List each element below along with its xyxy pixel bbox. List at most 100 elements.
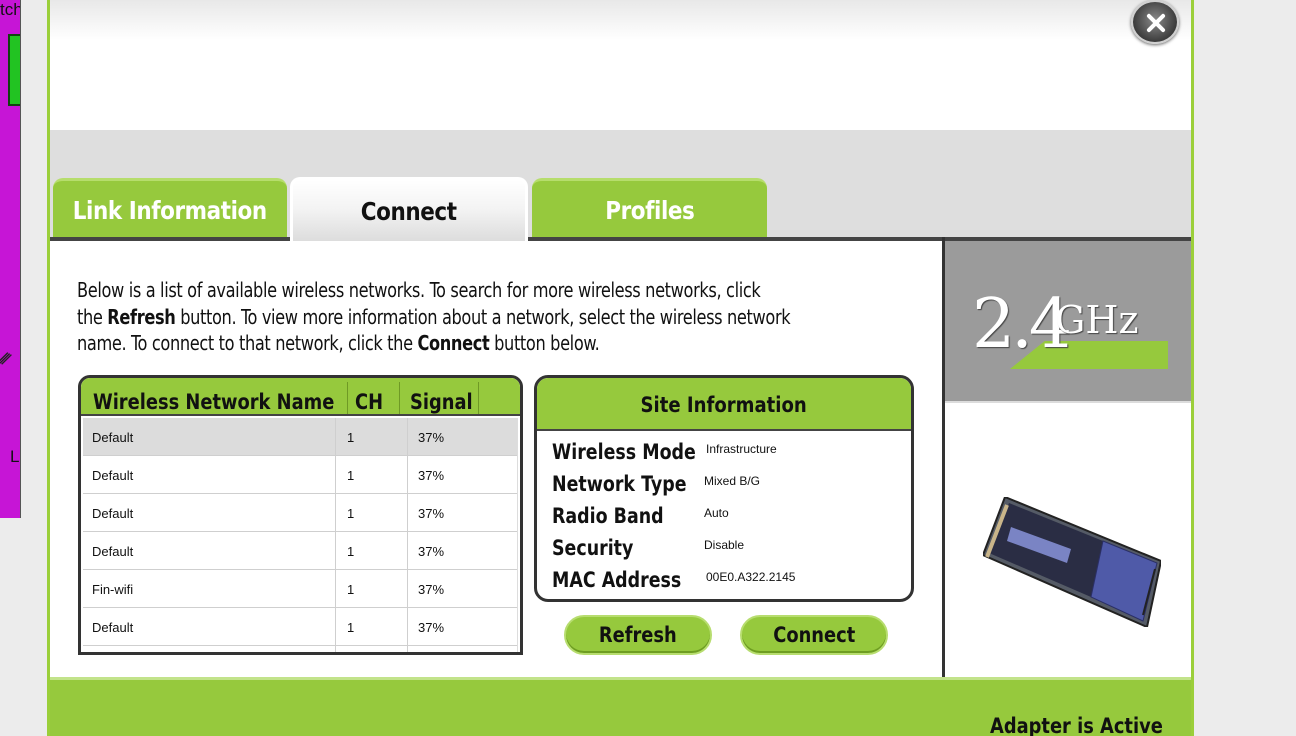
signal-cell: 37% xyxy=(418,468,445,483)
background-window-title: tch xyxy=(0,0,21,19)
background-window-green-element xyxy=(8,34,20,106)
column-header-network-name[interactable]: Wireless Network Name xyxy=(93,390,334,414)
field-value: Mixed B/G xyxy=(704,474,761,488)
frequency-badge: 2.4 GHz xyxy=(945,241,1191,403)
table-row[interactable]: Default 1 37% xyxy=(83,608,517,646)
tab-connect[interactable]: Connect xyxy=(290,177,528,242)
close-icon[interactable] xyxy=(1131,0,1179,44)
network-name-cell: Default xyxy=(92,620,134,635)
field-label: Radio Band xyxy=(552,504,664,528)
column-separator xyxy=(399,382,400,414)
cell-divider xyxy=(407,418,408,455)
column-separator xyxy=(478,382,479,414)
instructions-text: Below is a list of available wireless ne… xyxy=(77,277,927,357)
cell-divider xyxy=(407,570,408,607)
channel-cell: 1 xyxy=(347,582,355,597)
tab-label: Connect xyxy=(361,196,457,226)
list-scrollbar[interactable] xyxy=(517,418,520,652)
table-row-partial[interactable] xyxy=(83,646,517,652)
network-name-cell: Default xyxy=(92,544,134,559)
signal-cell: 37% xyxy=(418,620,445,635)
adapter-status-text: Adapter is Active xyxy=(990,714,1163,736)
site-information-title: Site Information xyxy=(640,393,808,417)
cell-divider xyxy=(335,532,336,569)
channel-cell: 1 xyxy=(347,544,355,559)
network-list-header: Wireless Network Name CH Signal xyxy=(81,378,520,416)
site-field-wireless-mode: Wireless Mode Infrastructure xyxy=(552,440,911,470)
field-value: Auto xyxy=(704,506,729,520)
field-value: 00E0.A322.2145 xyxy=(706,570,796,584)
site-information-header: Site Information xyxy=(537,378,911,431)
pc-card-adapter-icon xyxy=(983,497,1161,627)
frequency-unit: GHz xyxy=(1055,298,1139,342)
signal-cell: 37% xyxy=(418,430,445,445)
cell-divider xyxy=(335,608,336,645)
field-value: Infrastructure xyxy=(706,442,777,456)
background-window[interactable]: tch /// L xyxy=(0,0,21,518)
channel-cell: 1 xyxy=(347,468,355,483)
field-value: Disable xyxy=(704,538,745,552)
channel-cell: 1 xyxy=(347,430,355,445)
channel-cell: 1 xyxy=(347,620,355,635)
adapter-image-area xyxy=(945,405,1191,677)
field-label: Wireless Mode xyxy=(552,440,696,464)
cell-divider xyxy=(407,494,408,531)
site-field-radio-band: Radio Band Auto xyxy=(552,504,911,534)
network-name-cell: Fin-wifi xyxy=(92,582,134,597)
cell-divider xyxy=(407,456,408,493)
network-list[interactable]: Wireless Network Name CH Signal Default 1… xyxy=(78,375,523,655)
instructions-text-part: button below. xyxy=(489,331,600,355)
column-header-signal[interactable]: Signal xyxy=(410,390,473,414)
connect-button-label: Connect xyxy=(773,623,855,647)
tab-label: Profiles xyxy=(604,196,695,225)
tab-link-information[interactable]: Link Information xyxy=(53,178,287,240)
cell-divider xyxy=(335,646,336,652)
table-row[interactable]: Default 1 37% xyxy=(83,494,517,532)
field-label: Network Type xyxy=(552,472,687,496)
column-header-channel[interactable]: CH xyxy=(355,390,383,414)
signal-cell: 37% xyxy=(418,582,445,597)
column-separator xyxy=(347,382,348,414)
refresh-button-label: Refresh xyxy=(599,623,677,647)
cell-divider xyxy=(335,570,336,607)
network-name-cell: Default xyxy=(92,506,134,521)
table-row[interactable]: Default 1 37% xyxy=(83,418,517,456)
site-field-network-type: Network Type Mixed B/G xyxy=(552,472,911,502)
field-label: MAC Address xyxy=(552,568,682,592)
screen: tch /// L Link Information Connect Profi… xyxy=(0,0,1296,736)
network-name-cell: Default xyxy=(92,468,134,483)
background-window-hatch: /// xyxy=(0,347,11,369)
frequency-number: 2.4 xyxy=(972,285,1072,364)
site-information-panel: Site Information Wireless Mode Infrastru… xyxy=(534,375,914,602)
instructions-text-part: the xyxy=(77,304,108,329)
instructions-refresh-word: Refresh xyxy=(107,304,176,329)
signal-cell: 37% xyxy=(418,544,445,559)
table-row[interactable]: Fin-wifi 1 37% xyxy=(83,570,517,608)
tab-label: Link Information xyxy=(73,196,267,225)
instructions-text-part: button. To view more information about a… xyxy=(175,304,791,329)
background-window-label: L xyxy=(10,447,20,466)
wireless-utility-window: Link Information Connect Profiles Below … xyxy=(47,0,1194,736)
connect-button[interactable]: Connect xyxy=(740,615,888,655)
cell-divider xyxy=(407,608,408,645)
site-field-security: Security Disable xyxy=(552,536,911,566)
cell-divider xyxy=(335,418,336,455)
network-rows: Default 1 37% Default 1 37% Default 1 37% Defa… xyxy=(83,418,517,652)
refresh-button[interactable]: Refresh xyxy=(564,615,712,655)
signal-cell: 37% xyxy=(418,506,445,521)
header-area xyxy=(50,0,1191,130)
channel-cell: 1 xyxy=(347,506,355,521)
tab-profiles[interactable]: Profiles xyxy=(532,178,767,240)
site-field-mac-address: MAC Address 00E0.A322.2145 xyxy=(552,568,911,598)
table-row[interactable]: Default 1 37% xyxy=(83,532,517,570)
instructions-text-part: name. To connect to that network, click … xyxy=(77,331,418,355)
instructions-line: Below is a list of available wireless ne… xyxy=(77,278,761,302)
instructions-connect-word: Connect xyxy=(417,331,490,355)
cell-divider xyxy=(407,646,408,652)
cell-divider xyxy=(335,494,336,531)
cell-divider xyxy=(335,456,336,493)
table-row[interactable]: Default 1 37% xyxy=(83,456,517,494)
cell-divider xyxy=(407,532,408,569)
field-label: Security xyxy=(552,536,634,560)
network-name-cell: Default xyxy=(92,430,134,445)
